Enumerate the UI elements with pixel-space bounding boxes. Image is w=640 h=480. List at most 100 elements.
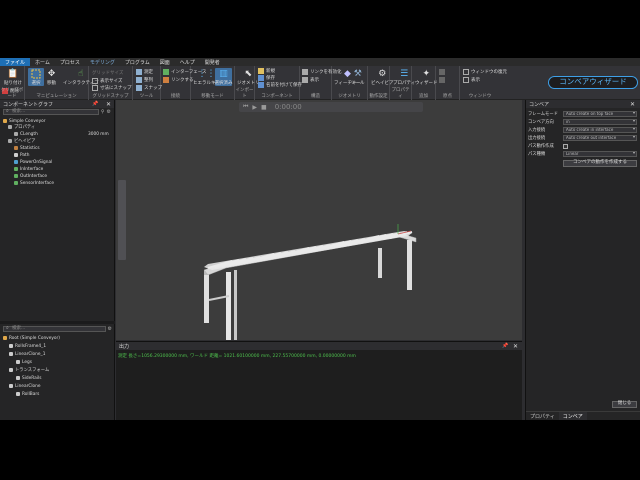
link-icon [163, 77, 169, 83]
tree-item[interactable]: Path [14, 152, 29, 158]
tree-item[interactable]: SensorInterface [14, 180, 54, 186]
reset-icon[interactable]: ⏮ [243, 103, 248, 111]
hierarchy-icon: ⋮⋮ [197, 68, 216, 79]
gear-icon: ⚙ [378, 68, 387, 79]
conveyor-model [203, 224, 417, 340]
pin-icon[interactable]: 📌 [92, 101, 98, 107]
tree-item[interactable]: Legs [16, 359, 32, 365]
stop-icon[interactable]: ■ [261, 104, 267, 111]
frame-mode-dropdown[interactable]: Auto create on top face [563, 111, 637, 117]
input-connection-dropdown[interactable]: Auto create in interface [563, 127, 637, 133]
property-row: パス動作作成 [528, 143, 568, 149]
tree-item[interactable]: InInterface [14, 166, 43, 172]
window-icon [463, 69, 469, 75]
component-icon [3, 119, 7, 123]
3d-viewport[interactable]: ⏮ ▶ ■ 0:00:00 [116, 100, 522, 389]
group-label: ジオメトリ [338, 94, 361, 99]
filter-icon[interactable]: ⚲ [101, 109, 105, 115]
clone-icon [9, 384, 13, 388]
transform-icon [9, 368, 13, 372]
tree-item[interactable]: RollsFrame4_1 [9, 343, 46, 349]
close-icon[interactable]: ✕ [513, 343, 518, 350]
panel-splitter[interactable] [0, 321, 115, 324]
wizard-button[interactable]: ✦ ウィザード [415, 68, 438, 87]
pin-icon[interactable]: 📌 [502, 343, 508, 349]
tree-item[interactable]: Statistics [14, 145, 40, 151]
output-panel: 出力 📌 ✕ 測定 長さ=1056.29300000 mm, ワールド 距離= … [116, 341, 522, 420]
attach-button[interactable]: リンクする [163, 77, 194, 83]
output-connection-dropdown[interactable]: Auto create out interface [563, 135, 637, 141]
create-behavior-button[interactable]: コンベアの動作を作成する [563, 160, 637, 167]
tab-modeling[interactable]: モデリング [85, 58, 120, 66]
tree-item[interactable]: LinearClone [9, 383, 41, 389]
tab-developer[interactable]: 開発者 [200, 58, 225, 66]
tab-file[interactable]: ファイル [0, 58, 31, 66]
tree-item[interactable]: プロパティ [8, 124, 35, 130]
node-search-input[interactable]: 検索... [3, 326, 106, 332]
grid-size[interactable]: グリッドサイズ [92, 70, 123, 76]
tab-drawing[interactable]: 図面 [155, 58, 175, 66]
group-window: ウィンドウの復元 表示 ウィンドウ [460, 66, 507, 100]
group-connect: インターフェース リンクする 接続 [161, 66, 207, 100]
new-component-button[interactable]: 新規 [258, 68, 275, 74]
move-button[interactable]: ✥ 移動 [46, 68, 57, 87]
group-move-mode: ⋮⋮ ヒエラルキー ▥ 選択済み 移動モード [191, 66, 235, 100]
show-button[interactable]: 表示 [302, 77, 319, 83]
snap-button[interactable]: スナップ [136, 85, 162, 91]
viewport-toolbar[interactable] [118, 180, 126, 260]
save-button[interactable]: 保存 [258, 75, 275, 81]
origin-button-2[interactable] [439, 77, 447, 83]
gear-icon[interactable]: ⚙ [107, 109, 111, 115]
tab-home[interactable]: ホーム [30, 58, 55, 66]
path-type-dropdown[interactable]: Linear [563, 151, 637, 157]
group-component: 新規 保存 名前を付けて保存 追加 コンポーネント [255, 66, 302, 100]
conveyor-panel: コンベア ✕ フレームモードAuto create on top face コン… [525, 100, 640, 420]
select-icon [31, 68, 42, 79]
tree-item[interactable]: PowerOnSignal [14, 159, 52, 165]
frame-icon [9, 344, 13, 348]
origin-button[interactable] [439, 69, 447, 75]
geometry-tool-button[interactable]: ⚒ ツール [351, 68, 365, 87]
path-create-checkbox[interactable] [563, 143, 568, 149]
output-header: 出力 📌 ✕ [116, 342, 522, 350]
search-input[interactable]: 検索... [3, 109, 99, 115]
tree-item[interactable]: CLength [14, 131, 38, 137]
selected-mode-button[interactable]: ▥ 選択済み [215, 68, 233, 86]
group-label: プロパティ [391, 88, 410, 99]
paste-button[interactable]: 📋 貼り付け [4, 68, 22, 87]
tree-item[interactable]: トランスフォーム [9, 367, 49, 373]
tree-item[interactable]: SideRails [16, 375, 41, 381]
tree-item[interactable]: LinearClone_1 [9, 351, 45, 357]
gear-icon[interactable]: ⚙ [108, 326, 112, 332]
tree-item[interactable]: RollBars [16, 391, 39, 397]
close-button[interactable]: 閉じる [612, 401, 637, 408]
tab-help[interactable]: ヘルプ [175, 58, 200, 66]
save-as-button[interactable]: 名前を付けて保存 [258, 82, 302, 88]
conveyor-direction-dropdown[interactable]: in [563, 119, 637, 125]
play-icon[interactable]: ▶ [252, 104, 257, 111]
restore-window-button[interactable]: ウィンドウの復元 [463, 69, 507, 75]
close-icon[interactable]: ✕ [630, 101, 635, 108]
tab-program[interactable]: プログラム [120, 58, 155, 66]
group-clipboard: 📋 貼り付け 削除 クリップボード [0, 66, 25, 100]
conveyor-wizard-button[interactable]: コンベアウィザード [548, 76, 638, 89]
tab-conveyor[interactable]: コンベア [558, 412, 587, 420]
snap-dim-checkbox[interactable]: 寸法にスナップ [92, 85, 132, 91]
align-button[interactable]: 整列 [136, 77, 153, 83]
tree-item[interactable]: ビヘイビア [8, 138, 35, 144]
output-title: 出力 [119, 343, 130, 350]
tree-item[interactable]: OutInterface [14, 173, 47, 179]
tree-item[interactable]: Root (Simple Conveyor) [3, 335, 60, 341]
group-label: マニピュレーション [36, 94, 77, 99]
cursor-icon: ⬉ [244, 68, 253, 79]
tab-properties[interactable]: プロパティ [526, 412, 559, 420]
show-window-button[interactable]: 表示 [463, 77, 480, 83]
tab-process[interactable]: プロセス [55, 58, 85, 66]
window-icon [463, 77, 469, 83]
group-label: コンポーネント [261, 94, 293, 99]
measure-button[interactable]: 測定 [136, 69, 153, 75]
geometry-icon [16, 376, 20, 380]
select-button[interactable]: 選択 [28, 68, 44, 86]
snap-display-checkbox[interactable]: 表示サイズ [92, 78, 122, 84]
close-icon[interactable]: ✕ [106, 101, 111, 108]
